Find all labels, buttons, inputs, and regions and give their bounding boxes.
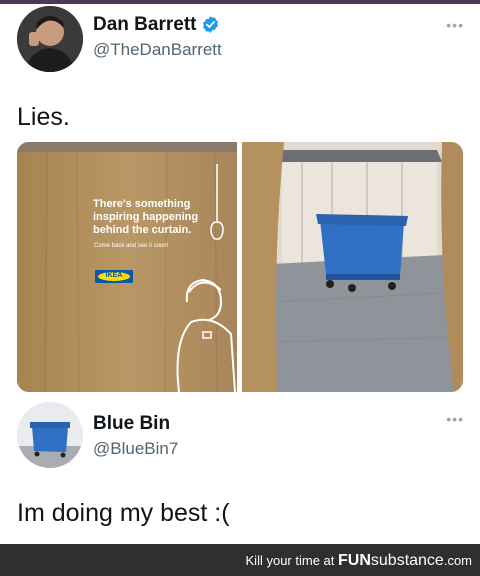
avatar[interactable] bbox=[17, 6, 83, 72]
footer-brand-rest: substance bbox=[370, 552, 444, 569]
footer-text[interactable]: Kill your time at FUNsubstance.com bbox=[246, 552, 472, 570]
ikea-logo-text: IKEA bbox=[105, 272, 123, 279]
ikea-logo: IKEA bbox=[95, 270, 133, 283]
more-dots-icon[interactable]: ••• bbox=[446, 17, 464, 33]
bin-scene-illustration bbox=[242, 142, 463, 392]
footer-suffix: .com bbox=[443, 553, 472, 568]
tweet-media[interactable]: There's something inspiring happening be… bbox=[17, 142, 463, 392]
verified-badge-icon bbox=[202, 16, 219, 33]
author-name[interactable]: Blue Bin bbox=[93, 413, 170, 435]
author-handle[interactable]: @TheDanBarrett bbox=[93, 40, 222, 60]
curtain-headline-2: inspiring happening bbox=[93, 211, 199, 223]
footer-brand-bold: FUN bbox=[338, 552, 371, 569]
tweet-blue-bin[interactable]: Blue Bin @BlueBin7 ••• Im doing my best … bbox=[0, 394, 480, 544]
media-photo-curtain[interactable]: There's something inspiring happening be… bbox=[17, 142, 237, 392]
avatar[interactable] bbox=[17, 402, 83, 468]
watermark-footer: Kill your time at FUNsubstance.com bbox=[0, 544, 480, 576]
tweet-text: Im doing my best :( bbox=[17, 499, 230, 527]
avatar-photo bbox=[17, 6, 83, 72]
curtain-illustration bbox=[17, 142, 237, 392]
curtain-headline-3: behind the curtain. bbox=[93, 224, 192, 236]
curtain-headline-1: There's something bbox=[93, 198, 191, 210]
footer-prefix: Kill your time at bbox=[245, 553, 338, 568]
tweet-text: Lies. bbox=[17, 103, 70, 131]
tweet-dan-barrett[interactable]: Dan Barrett @TheDanBarrett ••• Lies. The… bbox=[0, 4, 480, 394]
media-photo-bin[interactable] bbox=[242, 142, 463, 392]
curtain-subline: Come back and see it soon! bbox=[94, 243, 169, 249]
more-dots-icon[interactable]: ••• bbox=[446, 411, 464, 427]
author-handle[interactable]: @BlueBin7 bbox=[93, 439, 178, 459]
avatar-blue-bin bbox=[17, 402, 83, 468]
author-name[interactable]: Dan Barrett bbox=[93, 14, 196, 36]
